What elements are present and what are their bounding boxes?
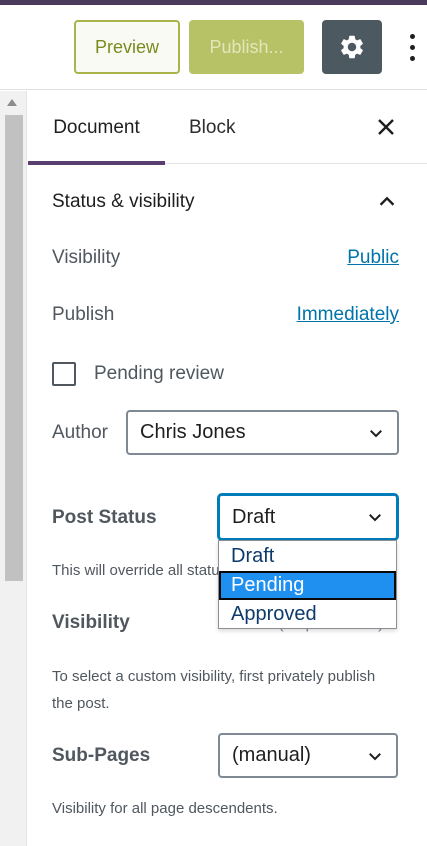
post-status-option-approved[interactable]: Approved: [219, 600, 396, 629]
visibility-help-text: To select a custom visibility, first pri…: [52, 668, 376, 712]
publish-label: Publish: [52, 304, 115, 325]
chevron-down-icon: [369, 514, 381, 522]
close-icon[interactable]: [374, 115, 398, 139]
publish-button[interactable]: Publish...: [189, 20, 304, 74]
tab-block-label: Block: [189, 116, 236, 138]
chevron-down-icon: [369, 752, 381, 760]
pending-review-label[interactable]: Pending review: [94, 363, 224, 385]
sub-pages-select[interactable]: (manual): [218, 733, 398, 778]
tab-document-label: Document: [53, 116, 140, 138]
visibility-link[interactable]: Public: [347, 247, 399, 269]
post-status-option-pending[interactable]: Pending: [219, 571, 396, 600]
author-select[interactable]: Chris Jones: [126, 410, 399, 455]
gear-icon: [341, 35, 363, 59]
active-tab-indicator: [28, 161, 165, 165]
visibility-secondary-label: Visibility: [52, 612, 130, 633]
post-status-select-value: Draft: [232, 505, 276, 528]
chevron-down-icon: [370, 429, 382, 437]
scroll-up-arrow-icon[interactable]: [7, 99, 17, 106]
post-status-label: Post Status: [52, 507, 157, 528]
editor-toolbar: Preview Publish...: [0, 5, 427, 90]
sub-pages-help-text: Visibility for all page descendents.: [52, 800, 278, 817]
scrollbar[interactable]: [0, 91, 27, 846]
more-vertical-icon: [409, 33, 415, 39]
post-status-option-draft[interactable]: Draft: [219, 542, 396, 571]
pending-review-checkbox[interactable]: [52, 362, 76, 386]
more-options-button[interactable]: [398, 25, 426, 69]
author-select-value: Chris Jones: [140, 421, 246, 443]
preview-button[interactable]: Preview: [74, 20, 180, 74]
visibility-label: Visibility: [52, 247, 121, 268]
post-status-select[interactable]: Draft: [218, 494, 398, 540]
tab-document[interactable]: Document: [28, 91, 165, 165]
sub-pages-label: Sub-Pages: [52, 745, 151, 766]
sidebar-tabs: Document Block: [28, 91, 427, 165]
status-visibility-header[interactable]: Status & visibility: [52, 187, 404, 217]
settings-sidebar: Document Block Status & visibility Visib…: [28, 91, 427, 846]
sub-pages-select-value: (manual): [232, 744, 311, 766]
scrollbar-thumb[interactable]: [5, 115, 23, 581]
author-label: Author: [52, 422, 108, 443]
post-status-dropdown: Draft Pending Approved: [218, 540, 397, 629]
chevron-up-icon[interactable]: [376, 191, 398, 213]
settings-button[interactable]: [322, 20, 382, 74]
tab-block[interactable]: Block: [189, 91, 235, 164]
more-dot: [409, 44, 415, 50]
publish-date-link[interactable]: Immediately: [297, 304, 399, 326]
more-dot: [409, 55, 415, 61]
